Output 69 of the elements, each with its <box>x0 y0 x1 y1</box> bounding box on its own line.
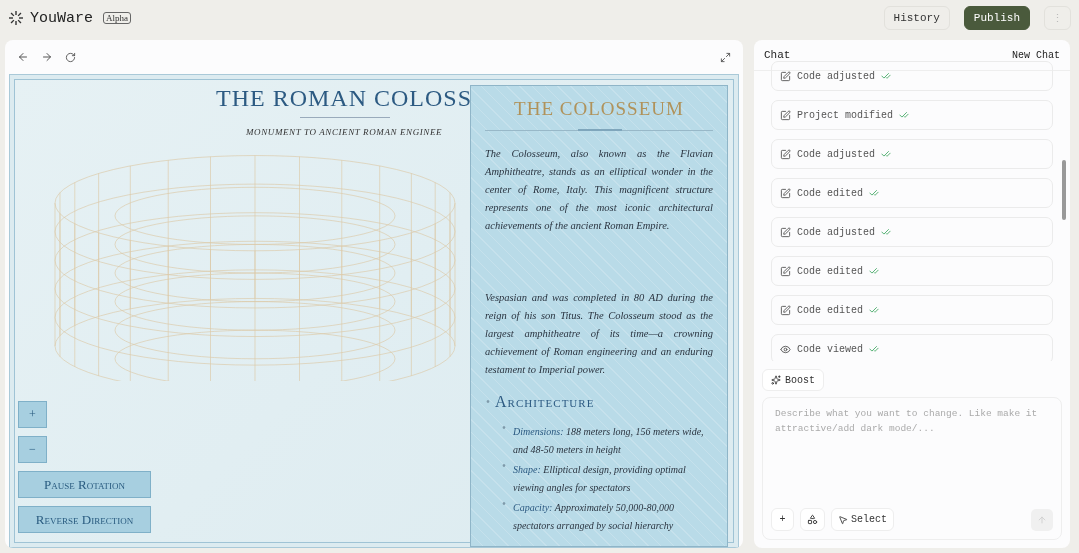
activity-label: Code edited <box>797 304 863 316</box>
publish-button[interactable]: Publish <box>963 6 1030 30</box>
chat-title: Chat <box>764 49 791 61</box>
edit-icon <box>780 70 791 82</box>
bullet: • <box>501 499 507 510</box>
forward-icon[interactable] <box>41 51 53 63</box>
fact-item: Dimensions: 188 meters long, 156 meters wide, and 48-50 meters in height <box>513 425 705 457</box>
add-button[interactable]: + <box>771 508 794 531</box>
panel-title: THE COLOSSEUM <box>513 98 685 120</box>
fullscreen-icon[interactable] <box>720 51 731 63</box>
edit-icon <box>780 265 791 277</box>
reload-icon[interactable] <box>65 51 76 63</box>
panel-paragraph: Vespasian and was completed in 80 AD during the reign of his son Titus. The Colosseum stood as the largest amphitheatre of its time—a crowning achievement of Roman engineering and an enduring testament to Imperial power. <box>485 291 713 377</box>
chat-activity-item[interactable]: Code edited <box>771 295 1053 325</box>
zoom-button[interactable]: + <box>18 401 47 428</box>
page-title: THE ROMAN COLOSS <box>215 84 470 112</box>
shapes-icon <box>807 514 818 525</box>
double-check-icon <box>899 110 909 120</box>
activity-label: Code adjusted <box>797 226 875 238</box>
section-heading: Architecture <box>495 393 595 411</box>
alpha-badge: Alpha <box>103 12 131 24</box>
select-button[interactable]: Select <box>831 508 894 531</box>
components-button[interactable] <box>800 508 825 531</box>
fact-item: Capacity: Approximately 50,000-80,000 spectators arranged by social hierarchy <box>513 501 676 533</box>
history-button[interactable]: History <box>883 6 950 30</box>
page-subtitle: MONUMENT TO ANCIENT ROMAN ENGINEE <box>246 126 444 138</box>
scrollbar-thumb[interactable] <box>1062 160 1066 220</box>
edit-icon <box>780 226 791 238</box>
control-button[interactable]: Reverse Direction <box>18 506 151 533</box>
bullet: • <box>485 396 491 408</box>
app-name: YouWare <box>30 9 93 27</box>
activity-label: Code edited <box>797 187 863 199</box>
logo-icon <box>8 10 24 26</box>
double-check-icon <box>881 71 891 81</box>
double-check-icon <box>869 344 879 354</box>
back-icon[interactable] <box>17 51 29 63</box>
chat-activity-item[interactable]: Code edited <box>771 256 1053 286</box>
panel-paragraph: The Colosseum, also known as the Flavian Amphitheatre, stands as an elliptical wonder in the center of Rome, Italy. This magnificent structure represents one of the most iconic architectural achievements of the ancient Roman Empire. <box>485 147 713 233</box>
activity-label: Code adjusted <box>797 70 875 82</box>
edit-icon <box>780 148 791 160</box>
activity-label: Code adjusted <box>797 148 875 160</box>
zoom-button[interactable]: − <box>18 436 47 463</box>
bullet: • <box>501 423 507 434</box>
activity-label: Project modified <box>797 109 893 121</box>
edit-icon <box>780 109 791 121</box>
bullet: • <box>501 461 507 472</box>
chat-activity-item[interactable]: Code adjusted <box>771 139 1053 169</box>
edit-icon <box>780 187 791 199</box>
double-check-icon <box>869 305 879 315</box>
fact-item: Shape: Elliptical design, providing optimal viewing angles for spectators <box>513 463 687 495</box>
pointer-icon <box>838 514 848 525</box>
double-check-icon <box>869 266 879 276</box>
edit-icon <box>780 304 791 316</box>
eye-icon <box>780 343 791 355</box>
activity-label: Code edited <box>797 265 863 277</box>
double-check-icon <box>869 188 879 198</box>
activity-label: Code viewed <box>797 343 863 355</box>
new-chat-link[interactable]: New Chat <box>1012 49 1060 61</box>
chat-activity-item[interactable]: Code adjusted <box>771 217 1053 247</box>
boost-button[interactable]: Boost <box>762 369 824 391</box>
chat-activity-item[interactable]: Code adjusted <box>771 61 1053 91</box>
sparkles-icon <box>771 375 781 385</box>
double-check-icon <box>881 149 891 159</box>
prompt-input-box[interactable]: Describe what you want to change. Like make it attractive/add dark mode/... + Select <box>762 397 1062 540</box>
control-button[interactable]: Pause Rotation <box>18 471 151 498</box>
arrow-up-icon <box>1037 514 1047 525</box>
double-check-icon <box>881 227 891 237</box>
chat-activity-item[interactable]: Project modified <box>771 100 1053 130</box>
chat-activity-item[interactable]: Code edited <box>771 178 1053 208</box>
